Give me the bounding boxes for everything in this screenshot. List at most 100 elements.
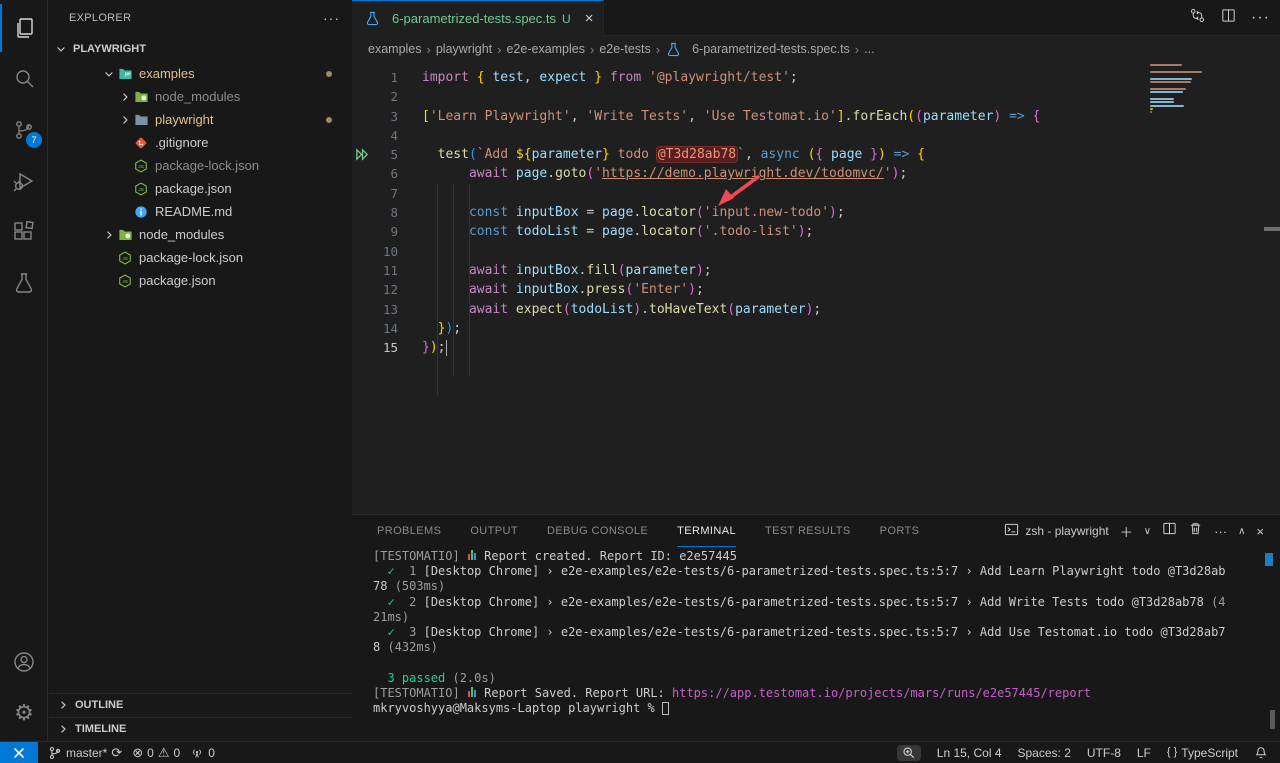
tree-item-label: package.json	[155, 181, 232, 196]
tree-item-package-lock-json[interactable]: JSpackage-lock.json	[49, 246, 352, 269]
notifications-bell-icon[interactable]	[1254, 746, 1268, 760]
tree-item-package-lock-json[interactable]: JSpackage-lock.json	[49, 154, 352, 177]
outline-section[interactable]: OUTLINE	[49, 693, 352, 716]
tree-item-label: package.json	[139, 273, 216, 288]
tree-item-node-modules[interactable]: node_modules	[49, 85, 352, 108]
maximize-panel-icon[interactable]: ∧	[1238, 526, 1245, 537]
tab-bar: 6-parametrized-tests.spec.ts U × ···	[352, 0, 1280, 36]
scm-count-badge: 7	[26, 132, 42, 148]
testing-icon[interactable]	[0, 259, 48, 307]
timeline-section[interactable]: TIMELINE	[49, 717, 352, 740]
minimap[interactable]	[1150, 64, 1245, 115]
kill-terminal-icon[interactable]	[1188, 521, 1203, 541]
line-number: 14	[352, 319, 398, 338]
terminal-output[interactable]: [TESTOMATIO] Report created. Report ID: …	[373, 549, 1260, 741]
search-icon[interactable]	[0, 55, 48, 103]
line-number: 8	[352, 203, 398, 222]
workspace-root-item[interactable]: PLAYWRIGHT	[49, 38, 352, 60]
code-editor[interactable]: 123456789101112131415 import { test, exp…	[352, 62, 1280, 514]
problems-status[interactable]: ⊗ 0 ⚠ 0	[132, 746, 180, 760]
source-control-icon[interactable]: 7	[0, 106, 48, 154]
new-terminal-icon[interactable]: ＋	[1120, 522, 1133, 541]
tree-item-node-modules[interactable]: node_modules	[49, 223, 352, 246]
account-icon[interactable]	[0, 638, 48, 686]
folder-node-icon	[117, 227, 133, 243]
tab-parametrized-tests[interactable]: 6-parametrized-tests.spec.ts U ×	[352, 0, 604, 36]
run-debug-icon[interactable]	[0, 157, 48, 205]
code-content[interactable]: import { test, expect } from '@playwrigh…	[422, 68, 1040, 357]
panel-tab-terminal[interactable]: TERMINAL	[677, 515, 736, 547]
sidebar-title: EXPLORER	[69, 12, 131, 24]
code-line-3: ['Learn Playwright', 'Write Tests', 'Use…	[422, 107, 1040, 126]
split-terminal-icon[interactable]	[1162, 521, 1177, 541]
code-line-7	[422, 184, 1040, 203]
ports-status[interactable]: 0	[190, 746, 215, 760]
line-number: 11	[352, 261, 398, 280]
panel-tab-debug-console[interactable]: DEBUG CONSOLE	[547, 515, 648, 547]
terminal-instance[interactable]: zsh - playwright	[1004, 522, 1108, 540]
tree-item-readme-md[interactable]: README.md	[49, 200, 352, 223]
error-icon: ⊗	[132, 746, 143, 759]
breadcrumb-e2e-tests[interactable]: e2e-tests	[599, 42, 650, 56]
panel-tab-test-results[interactable]: TEST RESULTS	[765, 515, 851, 547]
terminal-instance-label: zsh - playwright	[1025, 524, 1108, 538]
cursor-position[interactable]: Ln 15, Col 4	[937, 746, 1002, 760]
settings-gear-icon[interactable]: ⚙	[0, 689, 48, 737]
indentation-setting[interactable]: Spaces: 2	[1018, 746, 1071, 760]
beaker-icon	[364, 11, 380, 27]
files-icon[interactable]	[0, 4, 48, 52]
tree-item-playwright[interactable]: playwright	[49, 108, 352, 131]
zoom-indicator[interactable]	[897, 745, 921, 761]
status-bar: master* ⟳ ⊗ 0 ⚠ 0 0 Ln 15, Col 4 Spaces:…	[0, 741, 1280, 763]
tree-item-package-json[interactable]: JS package.json	[49, 177, 352, 200]
terminal-icon	[1004, 522, 1019, 540]
run-test-icon[interactable]	[355, 147, 370, 162]
panel-tab-bar: PROBLEMS OUTPUT DEBUG CONSOLE TERMINAL TEST …	[377, 515, 919, 547]
panel-tab-ports[interactable]: PORTS	[880, 515, 920, 547]
terminal-line: ✓ 3 [Desktop Chrome] › e2e-examples/e2e-…	[373, 625, 1260, 640]
code-line-14: });	[422, 319, 1040, 338]
npm-icon: JS	[133, 181, 149, 197]
terminal-dropdown-icon[interactable]: ∨	[1144, 526, 1151, 537]
outline-label: OUTLINE	[75, 699, 123, 711]
terminal-scrollbar[interactable]	[1270, 710, 1275, 729]
close-panel-icon[interactable]: ×	[1256, 524, 1264, 539]
close-icon[interactable]: ×	[585, 10, 594, 27]
breadcrumb-e2e-examples[interactable]: e2e-examples	[506, 42, 585, 56]
overview-ruler-marker	[1264, 227, 1280, 231]
tree-item--gitignore[interactable]: .gitignore	[49, 131, 352, 154]
language-mode[interactable]: { } TypeScript	[1167, 746, 1238, 760]
chevron-down-icon	[101, 68, 117, 80]
eol-setting[interactable]: LF	[1137, 746, 1151, 760]
code-line-2	[422, 87, 1040, 106]
breadcrumb-file[interactable]: 6-parametrized-tests.spec.ts	[692, 42, 850, 56]
tab-filename: 6-parametrized-tests.spec.ts	[392, 11, 556, 26]
breadcrumb-examples[interactable]: examples	[368, 42, 422, 56]
tree-item-label: package-lock.json	[139, 250, 243, 265]
sidebar-more-actions-icon[interactable]: ···	[323, 10, 340, 26]
beaker-icon	[665, 41, 681, 57]
tree-item-examples[interactable]: examples	[49, 62, 352, 85]
remote-indicator[interactable]	[0, 742, 38, 763]
split-editor-icon[interactable]	[1220, 7, 1237, 29]
chevron-right-icon: ›	[497, 42, 501, 57]
line-number: 4	[352, 126, 398, 145]
npm-icon: JS	[117, 273, 133, 289]
tree-item-package-json[interactable]: JS package.json	[49, 269, 352, 292]
panel-more-actions-icon[interactable]: ···	[1214, 524, 1227, 539]
editor-more-actions-icon[interactable]: ···	[1251, 9, 1270, 27]
chevron-right-icon: ›	[656, 42, 660, 57]
breadcrumb-playwright[interactable]: playwright	[436, 42, 492, 56]
ports-count: 0	[208, 746, 215, 760]
warning-icon: ⚠	[158, 746, 170, 759]
breadcrumb-symbol-more[interactable]: ...	[864, 42, 874, 56]
encoding-setting[interactable]: UTF-8	[1087, 746, 1121, 760]
line-number: 1	[352, 68, 398, 87]
git-branch-status[interactable]: master* ⟳	[48, 746, 122, 760]
chevron-right-icon	[117, 91, 133, 103]
terminal-line: 78 (503ms)	[373, 579, 1260, 594]
panel-tab-output[interactable]: OUTPUT	[470, 515, 518, 547]
panel-tab-problems[interactable]: PROBLEMS	[377, 515, 441, 547]
extensions-icon[interactable]	[0, 208, 48, 256]
open-changes-icon[interactable]	[1189, 7, 1206, 29]
